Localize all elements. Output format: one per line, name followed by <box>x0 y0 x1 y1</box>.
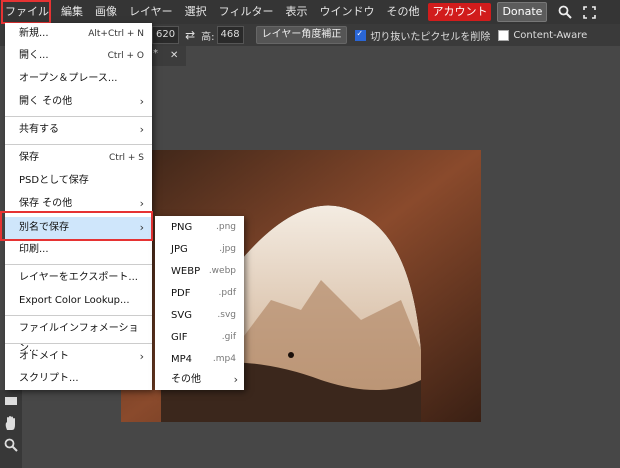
chevron-right-icon: › <box>233 373 238 386</box>
save-as-submenu: PNG .png JPG .jpg WEBP .webp PDF .pdf SV… <box>155 216 244 390</box>
menu-item-open-place[interactable]: オープン＆プレース... <box>5 69 152 89</box>
menu-select[interactable]: 選択 <box>179 0 213 24</box>
document-tab[interactable]: * ✕ <box>150 46 186 66</box>
fullscreen-icon[interactable] <box>580 3 598 21</box>
menu-item-file-info[interactable]: ファイルインフォメーション... <box>5 319 152 354</box>
menu-filter[interactable]: フィルター <box>213 0 280 24</box>
hand-tool-icon[interactable] <box>0 412 22 434</box>
search-icon[interactable] <box>556 3 574 21</box>
menu-item-automate[interactable]: オトメイト › <box>5 347 152 367</box>
menu-item-open[interactable]: 開く... Ctrl + O <box>5 46 152 66</box>
menu-image[interactable]: 画像 <box>89 0 123 24</box>
submenu-item-webp[interactable]: WEBP .webp <box>155 261 244 282</box>
unsaved-marker: * <box>153 48 158 59</box>
close-icon[interactable]: ✕ <box>170 50 178 61</box>
menu-item-script[interactable]: スクリプト... <box>5 369 152 389</box>
menu-view[interactable]: 表示 <box>279 0 313 24</box>
donate-button[interactable]: Donate <box>497 2 548 22</box>
delete-cut-pixels-checkbox[interactable] <box>355 29 367 41</box>
menu-layer[interactable]: レイヤー <box>123 0 179 24</box>
rectangle-tool-icon[interactable] <box>0 390 22 412</box>
submenu-item-gif[interactable]: GIF .gif <box>155 327 244 348</box>
content-aware-checkbox[interactable] <box>498 29 510 41</box>
file-menu: 新規... Alt+Ctrl + N 開く... Ctrl + O オープン＆プ… <box>5 23 152 390</box>
menu-item-new[interactable]: 新規... Alt+Ctrl + N <box>5 24 152 44</box>
delete-cut-pixels-label: 切り抜いたピクセルを削除 <box>370 31 491 43</box>
height-field[interactable]: 468 <box>216 26 244 44</box>
menu-separator <box>5 315 152 316</box>
menu-item-save-psd[interactable]: PSDとして保存 <box>5 171 152 191</box>
menu-edit[interactable]: 編集 <box>55 0 89 24</box>
menu-item-open-more[interactable]: 開く その他 › <box>5 92 152 112</box>
zoom-tool-icon[interactable] <box>0 434 22 456</box>
chevron-right-icon: › <box>139 95 144 108</box>
save-as-highlight <box>0 211 153 241</box>
menu-item-save[interactable]: 保存 Ctrl + S <box>5 148 152 168</box>
layer-angle-button[interactable]: レイヤー角度補正 <box>255 26 348 44</box>
swap-icon[interactable]: ⇄ <box>185 28 195 42</box>
submenu-item-jpg[interactable]: JPG .jpg <box>155 239 244 260</box>
menu-separator <box>5 116 152 117</box>
menu-item-export-color-lookup[interactable]: Export Color Lookup... <box>5 291 152 311</box>
menu-item-share[interactable]: 共有する › <box>5 120 152 140</box>
menu-separator <box>5 343 152 344</box>
width-field[interactable]: 620 <box>152 26 180 44</box>
menu-more[interactable]: その他 <box>380 0 425 24</box>
menu-item-export-layers[interactable]: レイヤーをエクスポート... <box>5 268 152 288</box>
chevron-right-icon: › <box>139 123 144 136</box>
submenu-item-mp4[interactable]: MP4 .mp4 <box>155 349 244 370</box>
menu-bar: ファイル 編集 画像 レイヤー 選択 フィルター 表示 ウインドウ その他 アカ… <box>0 0 620 24</box>
menu-separator <box>5 144 152 145</box>
submenu-item-svg[interactable]: SVG .svg <box>155 305 244 326</box>
content-aware-label: Content-Aware <box>513 29 588 41</box>
file-menu-highlight <box>1 0 51 24</box>
account-button[interactable]: アカウント <box>428 3 492 21</box>
submenu-item-pdf[interactable]: PDF .pdf <box>155 283 244 304</box>
menu-separator <box>5 264 152 265</box>
tool-panel <box>0 390 22 468</box>
menu-item-print[interactable]: 印刷... <box>5 240 152 260</box>
submenu-item-more[interactable]: その他 › <box>155 369 244 390</box>
menu-window[interactable]: ウインドウ <box>313 0 380 24</box>
chevron-right-icon: › <box>139 350 144 363</box>
submenu-item-png[interactable]: PNG .png <box>155 217 244 238</box>
height-label: 高: <box>201 31 215 43</box>
